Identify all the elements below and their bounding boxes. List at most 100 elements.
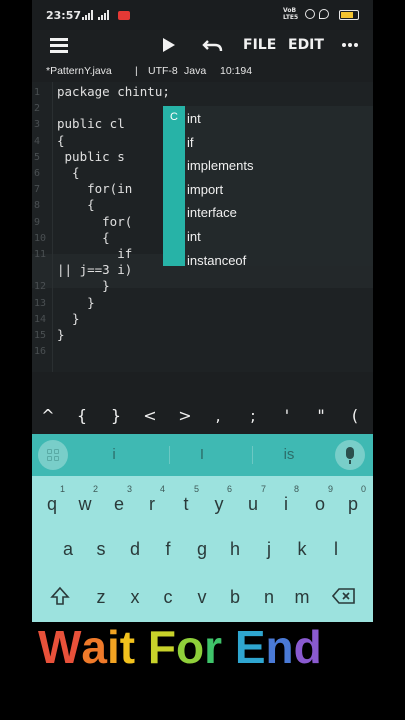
autocomplete-kind-strip: C <box>163 106 185 266</box>
file-menu-button[interactable]: FILE <box>243 37 276 53</box>
mute-icon <box>305 9 315 19</box>
video-caption: Wait For End <box>38 620 322 674</box>
symbol-key[interactable]: ' <box>277 406 297 425</box>
key-hint: 7 <box>260 484 266 494</box>
overflow-icon[interactable] <box>342 43 358 47</box>
autocomplete-item[interactable]: implements <box>187 155 253 179</box>
edit-menu-button[interactable]: EDIT <box>288 37 324 53</box>
phone-screen: 23:57 VoB LTE5 FILE EDIT *PatternY.java … <box>32 0 373 622</box>
code-text: for(in <box>57 181 133 197</box>
key-y[interactable]: y6 <box>205 484 233 522</box>
code-line[interactable]: 13 } <box>32 295 373 311</box>
key-r[interactable]: r4 <box>138 484 166 522</box>
key-e[interactable]: e3 <box>105 484 133 522</box>
code-text: } <box>57 327 65 342</box>
code-line[interactable]: 12 } <box>32 278 373 294</box>
key-x[interactable]: x <box>121 579 149 615</box>
autocomplete-item[interactable]: int <box>187 108 201 132</box>
key-z[interactable]: z <box>87 579 115 615</box>
key-j[interactable]: j <box>255 531 283 567</box>
symbol-key[interactable]: , <box>208 406 228 425</box>
autocomplete-item[interactable]: instanceof <box>187 250 246 274</box>
file-info-bar: *PatternY.java | UTF-8 Java 10:194 <box>32 62 373 80</box>
key-g[interactable]: g <box>188 531 216 567</box>
symbol-key[interactable]: { <box>72 406 92 425</box>
backspace-icon[interactable] <box>332 588 356 604</box>
symbol-key[interactable]: " <box>311 406 331 425</box>
mic-icon[interactable] <box>335 440 365 470</box>
caption-space <box>135 620 148 674</box>
caption-letter: t <box>119 621 136 673</box>
key-q[interactable]: q1 <box>38 484 66 522</box>
menu-icon[interactable] <box>50 38 68 53</box>
keyboard-menu-icon[interactable] <box>38 440 68 470</box>
key-t[interactable]: t5 <box>172 484 200 522</box>
key-f[interactable]: f <box>154 531 182 567</box>
keyboard: q1w2e3r4t5y6u7i8o9p0 asdfghjkl zxcvbnm <box>32 476 373 622</box>
line-number: 1 <box>34 87 41 98</box>
suggestion[interactable]: i <box>94 446 134 463</box>
key-d[interactable]: d <box>121 531 149 567</box>
key-h[interactable]: h <box>221 531 249 567</box>
symbol-key[interactable]: > <box>175 406 195 425</box>
caption-letter: n <box>265 621 294 673</box>
line-number: 2 <box>34 103 41 115</box>
undo-icon[interactable] <box>202 36 224 54</box>
caption-space <box>222 620 235 674</box>
key-hint: 9 <box>327 484 333 494</box>
symbol-key[interactable]: ^ <box>38 406 58 425</box>
code-line[interactable]: 15} <box>32 327 373 343</box>
autocomplete-item[interactable]: if <box>187 132 194 156</box>
key-v[interactable]: v <box>188 579 216 615</box>
key-k[interactable]: k <box>288 531 316 567</box>
suggestion[interactable]: I <box>182 446 222 463</box>
line-number: 11 <box>34 249 47 260</box>
key-l[interactable]: l <box>322 531 350 567</box>
file-name[interactable]: *PatternY.java <box>46 65 112 77</box>
key-o[interactable]: o9 <box>306 484 334 522</box>
code-line[interactable]: 1 package chintu; <box>32 84 373 100</box>
autocomplete-popup: C int if implements import interface int insta… <box>163 106 373 268</box>
autocomplete-item[interactable]: int <box>187 226 201 250</box>
play-icon[interactable] <box>163 38 175 52</box>
symbol-key[interactable]: ; <box>243 406 263 425</box>
suggestion-divider <box>169 446 170 464</box>
line-number: 12 <box>34 281 47 293</box>
signal-icon <box>82 10 96 20</box>
key-s[interactable]: s <box>87 531 115 567</box>
code-text: } <box>57 310 80 326</box>
caption-letter: d <box>293 621 322 673</box>
key-a[interactable]: a <box>54 531 82 567</box>
line-number: 14 <box>34 313 47 325</box>
key-m[interactable]: m <box>288 579 316 615</box>
key-n[interactable]: n <box>255 579 283 615</box>
shift-icon[interactable] <box>50 586 70 606</box>
key-p[interactable]: p0 <box>339 484 367 522</box>
code-line[interactable]: 16 <box>32 343 373 359</box>
key-hint: 1 <box>59 484 65 494</box>
autocomplete-kind: C <box>170 111 178 123</box>
line-number: 9 <box>34 216 41 228</box>
key-u[interactable]: u7 <box>239 484 267 522</box>
code-line[interactable]: 14 } <box>32 311 373 327</box>
key-c[interactable]: c <box>154 579 182 615</box>
caption-letter: r <box>204 621 223 673</box>
status-time: 23:57 <box>46 9 82 22</box>
caption-word: End <box>235 620 322 674</box>
caption-letter: F <box>147 621 177 673</box>
symbol-key[interactable]: } <box>106 406 126 425</box>
code-text: { <box>57 229 110 245</box>
autocomplete-item[interactable]: interface <box>187 202 237 226</box>
code-text: || j==3 i) <box>57 262 133 278</box>
key-i[interactable]: i8 <box>272 484 300 522</box>
symbol-key[interactable]: < <box>140 406 160 425</box>
suggestion[interactable]: is <box>269 446 309 463</box>
key-b[interactable]: b <box>221 579 249 615</box>
code-text: public cl <box>57 116 125 132</box>
key-w[interactable]: w2 <box>71 484 99 522</box>
autocomplete-item[interactable]: import <box>187 179 223 203</box>
caption-letter: a <box>81 621 108 673</box>
key-hint: 0 <box>360 484 366 494</box>
symbol-key[interactable]: ( <box>345 406 365 425</box>
caption-letter: E <box>234 621 266 673</box>
